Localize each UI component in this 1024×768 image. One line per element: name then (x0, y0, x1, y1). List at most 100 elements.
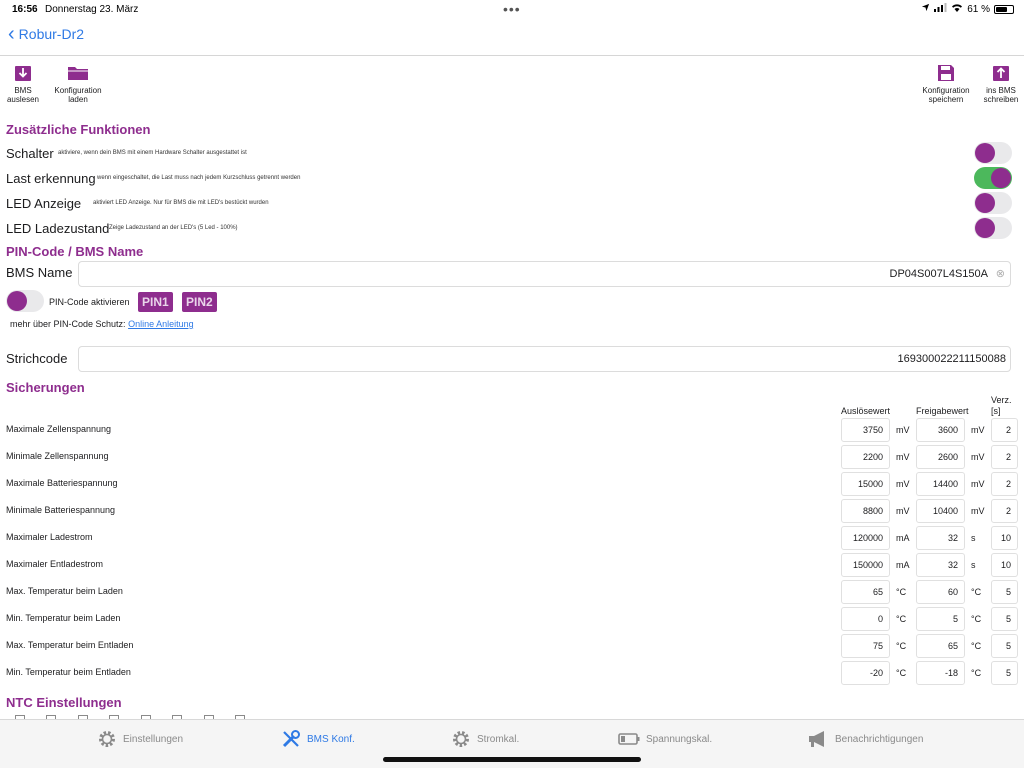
pin-toggle-label: PIN-Code aktivieren (49, 297, 130, 307)
protection-row-label: Min. Temperatur beim Laden (6, 613, 121, 623)
delay-value-input[interactable]: 10 (991, 526, 1018, 550)
protection-row-label: Max. Temperatur beim Entladen (6, 640, 134, 650)
back-button-label: Robur-Dr2 (18, 26, 85, 42)
trigger-unit: °C (896, 614, 907, 624)
feature-label-led-display: LED Anzeige (6, 196, 82, 211)
release-value-input[interactable]: 32 (916, 553, 965, 577)
release-unit: s (971, 560, 976, 570)
trigger-value-input[interactable]: 150000 (841, 553, 890, 577)
release-value-input[interactable]: 10400 (916, 499, 965, 523)
trigger-value-input[interactable]: 8800 (841, 499, 890, 523)
trigger-unit: mV (896, 506, 910, 516)
tab-notifications[interactable]: Benachrichtigungen (807, 729, 923, 749)
clear-icon[interactable]: ⊗ (996, 262, 1005, 286)
features-section-title: Zusätzliche Funktionen (6, 122, 151, 137)
tab-settings[interactable]: Einstellungen (97, 729, 183, 749)
release-value-input[interactable]: 60 (916, 580, 965, 604)
trigger-value-input[interactable]: 2200 (841, 445, 890, 469)
barcode-input[interactable]: 169300022211150088 (78, 346, 1011, 372)
release-value-input[interactable]: 5 (916, 607, 965, 631)
toggle-led-charge-state[interactable] (974, 217, 1012, 239)
feature-desc-led-display: aktiviert LED Anzeige. Nur für BMS die m… (93, 200, 269, 206)
trigger-value-input[interactable]: 0 (841, 607, 890, 631)
load-config-button[interactable]: Konfiguration laden (43, 64, 113, 104)
column-header-release: Freigabewert (916, 406, 969, 416)
trigger-value-input[interactable]: 15000 (841, 472, 890, 496)
toggle-knob (7, 291, 27, 311)
toggle-switch[interactable] (974, 142, 1012, 164)
release-value-input[interactable]: 14400 (916, 472, 965, 496)
trigger-unit: mA (896, 560, 910, 570)
bms-name-input[interactable]: DP04S007L4S150A ⊗ (78, 261, 1011, 287)
delay-value-input[interactable]: 5 (991, 580, 1018, 604)
release-value-input[interactable]: 3600 (916, 418, 965, 442)
trigger-unit: mV (896, 452, 910, 462)
delay-value-input[interactable]: 5 (991, 661, 1018, 685)
release-value-input[interactable]: 2600 (916, 445, 965, 469)
read-bms-label: BMS auslesen (6, 86, 40, 104)
delay-value-input[interactable]: 5 (991, 634, 1018, 658)
delay-value-input[interactable]: 2 (991, 472, 1018, 496)
write-bms-button[interactable]: ins BMS schreiben (966, 64, 1024, 104)
release-unit: mV (971, 452, 985, 462)
feature-label-switch: Schalter (6, 146, 54, 161)
bms-name-label: BMS Name (6, 265, 73, 280)
trigger-unit: mA (896, 533, 910, 543)
release-value-input[interactable]: 32 (916, 526, 965, 550)
protections-section-title: Sicherungen (6, 380, 85, 395)
tab-notifications-label: Benachrichtigungen (835, 733, 924, 745)
delay-value-input[interactable]: 10 (991, 553, 1018, 577)
tab-voltage-calibration[interactable]: Spannungskal. (618, 729, 712, 749)
toggle-pin-code[interactable] (6, 290, 44, 312)
signal-icon (934, 3, 947, 15)
release-unit: °C (971, 641, 982, 651)
protection-row-label: Max. Temperatur beim Laden (6, 586, 123, 596)
release-unit: °C (971, 668, 982, 678)
ntc-section-title: NTC Einstellungen (6, 695, 122, 710)
protection-row-label: Maximaler Entladestrom (6, 559, 104, 569)
trigger-value-input[interactable]: 3750 (841, 418, 890, 442)
online-guide-link[interactable]: Online Anleitung (128, 319, 194, 329)
feature-desc-led-charge-state: Zeige Ladezustand an der LED's (5 Led - … (109, 225, 238, 231)
protection-row-label: Minimale Zellenspannung (6, 451, 109, 461)
protection-row-label: Maximaler Ladestrom (6, 532, 93, 542)
multitasking-dots-icon[interactable]: ••• (503, 1, 521, 17)
trigger-value-input[interactable]: -20 (841, 661, 890, 685)
trigger-value-input[interactable]: 120000 (841, 526, 890, 550)
status-bar: 16:56 Donnerstag 23. März ••• 61 % (0, 0, 1024, 18)
trigger-unit: mV (896, 425, 910, 435)
toggle-load-detection[interactable] (974, 167, 1012, 189)
feature-label-led-charge-state: LED Ladezustand (6, 221, 110, 236)
trigger-value-input[interactable]: 75 (841, 634, 890, 658)
tab-bms-config-label: BMS Konf. (307, 733, 355, 745)
toggle-led-display[interactable] (974, 192, 1012, 214)
home-indicator (383, 757, 641, 762)
release-unit: °C (971, 614, 982, 624)
delay-value-input[interactable]: 2 (991, 418, 1018, 442)
delay-value-input[interactable]: 5 (991, 607, 1018, 631)
trigger-unit: mV (896, 479, 910, 489)
folder-icon (68, 67, 88, 80)
delay-value-input[interactable]: 2 (991, 445, 1018, 469)
feature-desc-switch: aktiviere, wenn dein BMS mit einem Hardw… (58, 150, 247, 156)
trigger-unit: °C (896, 641, 907, 651)
protection-row-label: Maximale Batteriespannung (6, 478, 118, 488)
chevron-left-icon: ‹ (8, 23, 15, 45)
release-unit: °C (971, 587, 982, 597)
trigger-value-input[interactable]: 65 (841, 580, 890, 604)
gear-icon (453, 731, 469, 747)
tab-current-calibration[interactable]: Stromkal. (451, 729, 519, 749)
status-date: Donnerstag 23. März (45, 4, 139, 15)
megaphone-icon (809, 731, 824, 747)
bms-name-value: DP04S007L4S150A (889, 268, 988, 280)
toggle-knob (991, 168, 1011, 188)
delay-value-input[interactable]: 2 (991, 499, 1018, 523)
release-value-input[interactable]: 65 (916, 634, 965, 658)
pin2-button[interactable]: PIN2 (182, 292, 217, 312)
back-button[interactable]: ‹ Robur-Dr2 (8, 23, 85, 45)
wrench-screwdriver-icon (282, 730, 300, 748)
protection-row-label: Minimale Batteriespannung (6, 505, 116, 515)
tab-bms-config[interactable]: BMS Konf. (281, 729, 355, 749)
pin1-button[interactable]: PIN1 (138, 292, 173, 312)
release-value-input[interactable]: -18 (916, 661, 965, 685)
